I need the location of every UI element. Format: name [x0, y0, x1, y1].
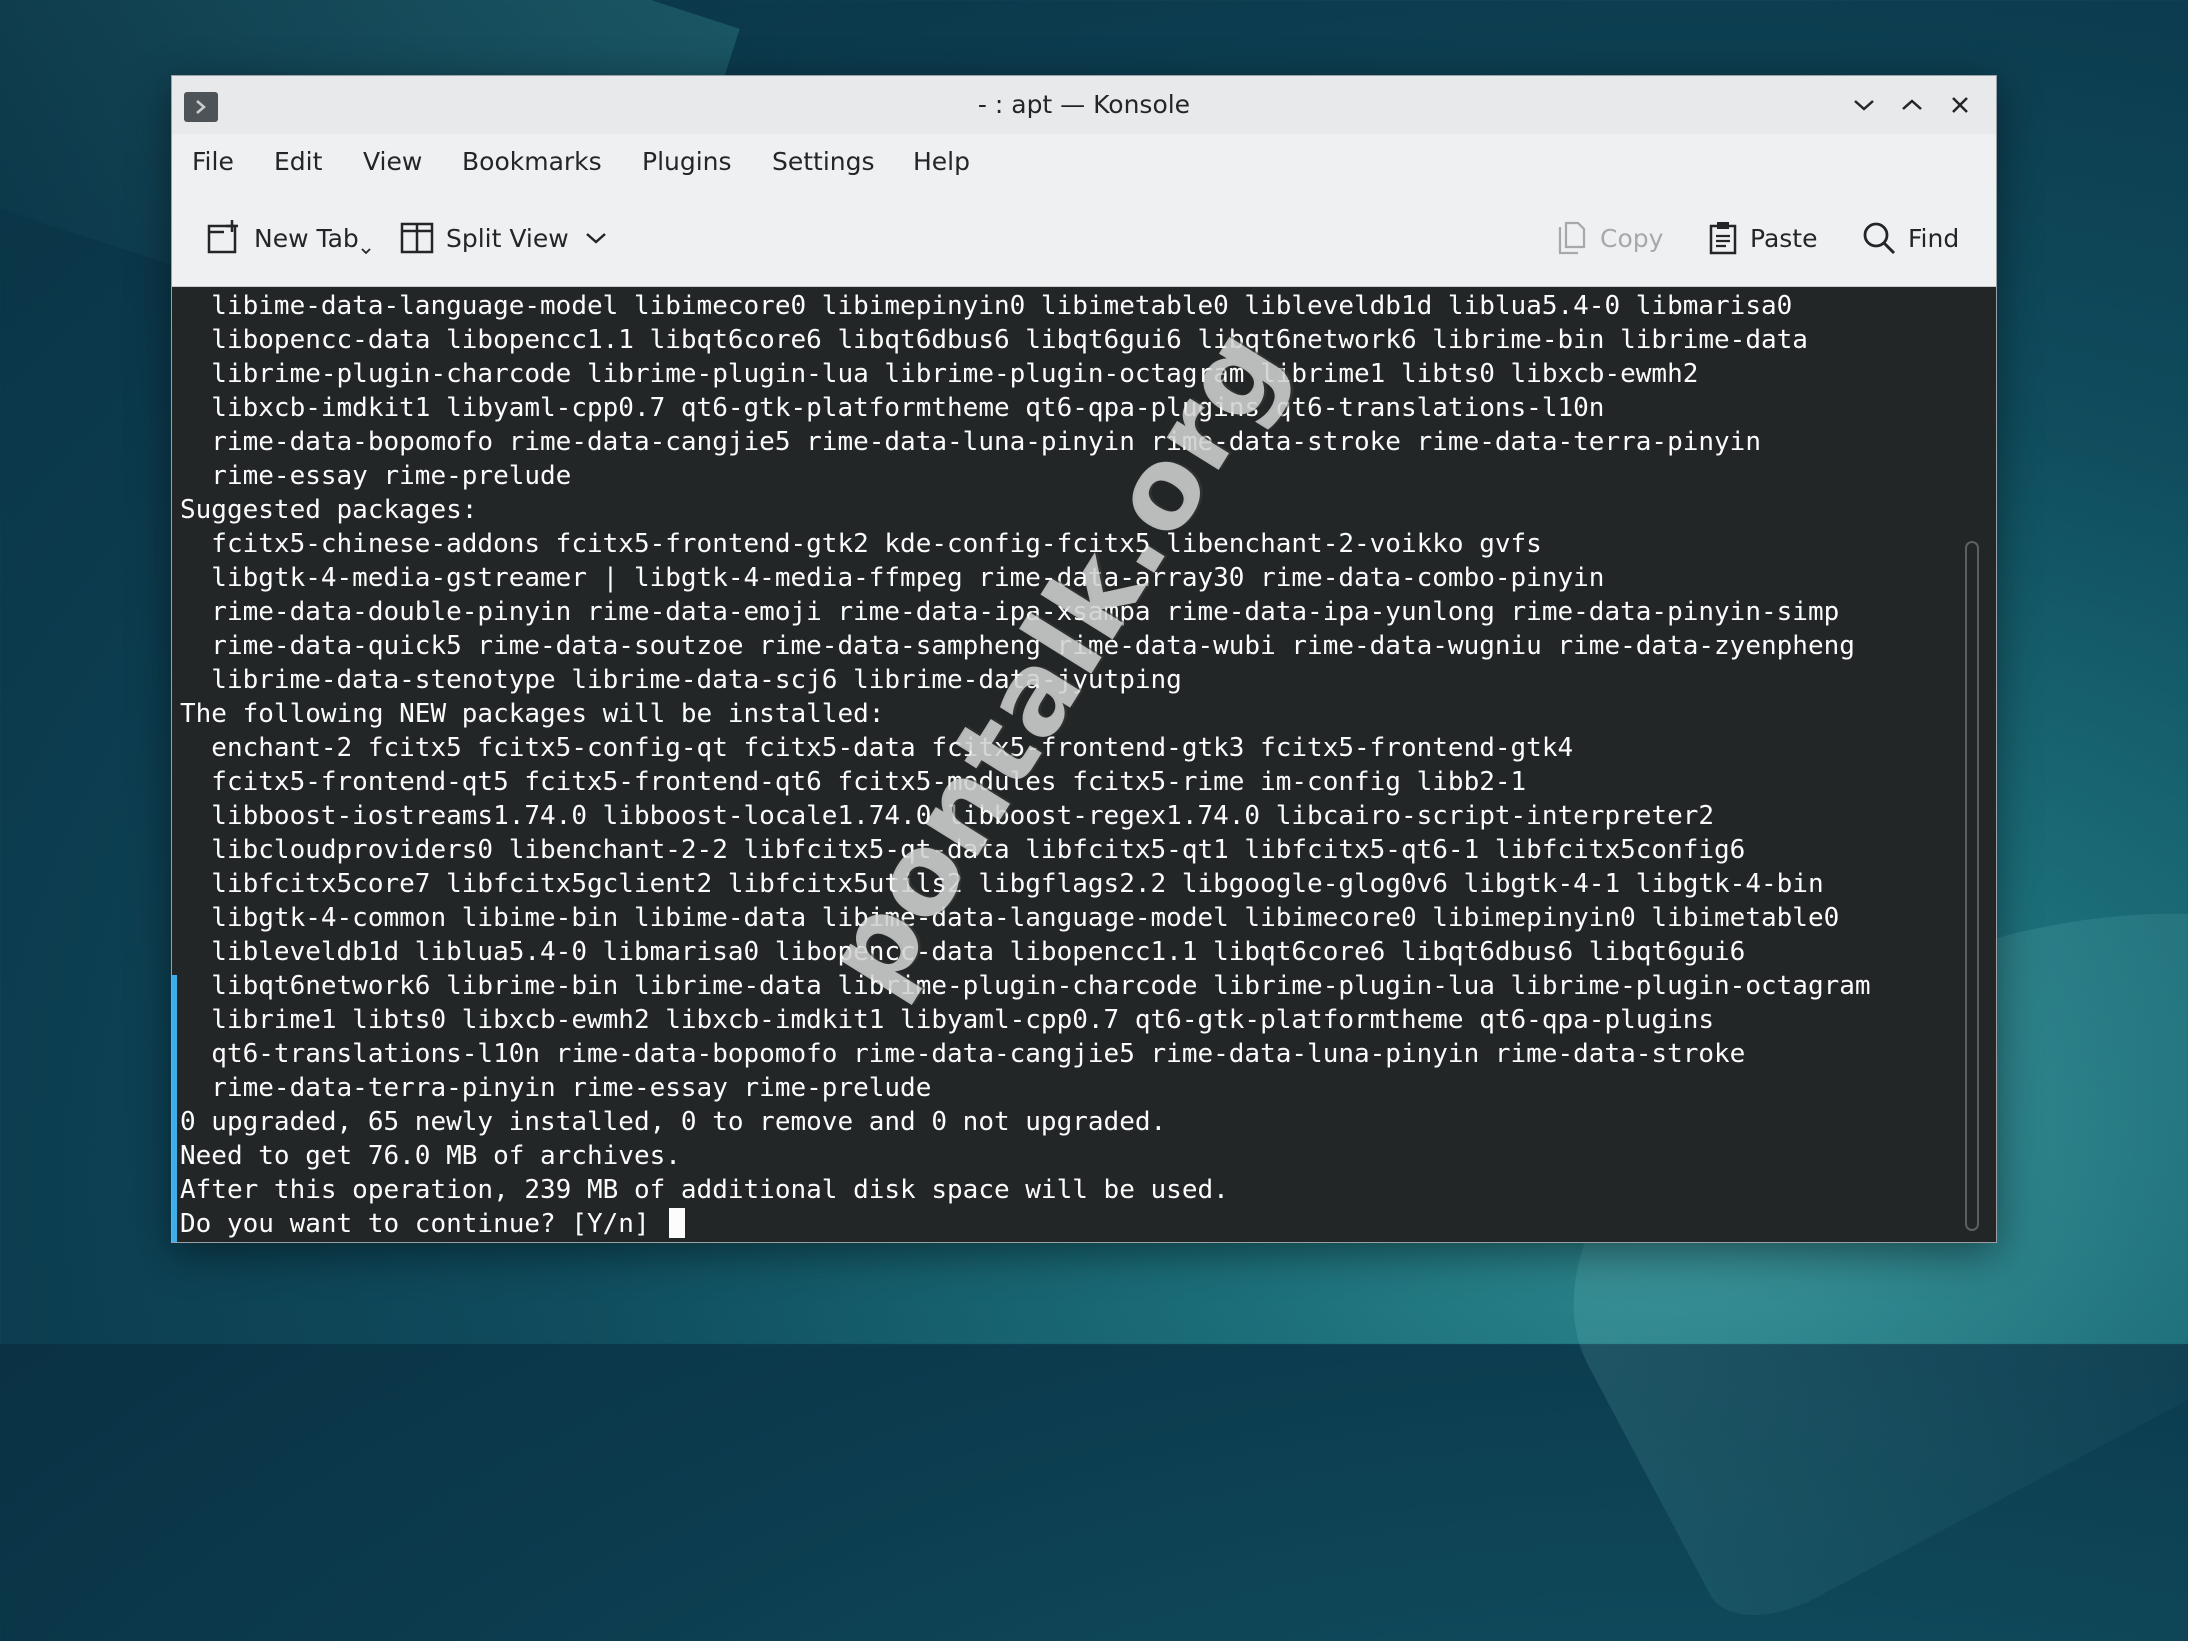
menu-bar: File Edit View Bookmarks Plugins Setting…: [172, 134, 1996, 190]
terminal-line: libqt6network6 librime-bin librime-data …: [180, 971, 1871, 1001]
chevron-up-icon: [1902, 99, 1922, 110]
chevron-down-icon: [1854, 100, 1874, 111]
new-tab-label: New Tab: [254, 223, 359, 253]
terminal-line: librime1 libts0 libxcb-ewmh2 libxcb-imdk…: [180, 1005, 1715, 1035]
terminal-line: fcitx5-frontend-qt5 fcitx5-frontend-qt6 …: [180, 767, 1527, 797]
close-button[interactable]: [1942, 88, 1978, 122]
terminal-line: libopencc-data libopencc1.1 libqt6core6 …: [180, 325, 1808, 355]
terminal-line: After this operation, 239 MB of addition…: [180, 1175, 1229, 1205]
terminal-line: libxcb-imdkit1 libyaml-cpp0.7 qt6-gtk-pl…: [180, 393, 1605, 423]
terminal-line: Suggested packages:: [180, 495, 478, 525]
copy-label: Copy: [1600, 223, 1664, 253]
split-view-menu-button[interactable]: [584, 212, 608, 264]
maximize-button[interactable]: [1894, 88, 1930, 122]
split-view-icon: [400, 222, 434, 254]
terminal-line: libime-data-language-model libimecore0 l…: [180, 291, 1793, 321]
toolbar: New Tab Split View Copy Paste Find: [172, 190, 1996, 287]
minimize-button[interactable]: [1846, 88, 1882, 122]
terminal-line: Need to get 76.0 MB of archives.: [180, 1141, 681, 1171]
terminal-line: libcloudproviders0 libenchant-2-2 libfci…: [180, 835, 1746, 865]
menu-file[interactable]: File: [192, 134, 234, 190]
text-cursor: [669, 1208, 686, 1238]
menu-view[interactable]: View: [363, 134, 422, 190]
split-view-label: Split View: [446, 223, 569, 253]
selection-marker: [172, 975, 177, 1242]
terminal-line: The following NEW packages will be insta…: [180, 699, 885, 729]
paste-label: Paste: [1750, 223, 1818, 253]
terminal-line: rime-data-quick5 rime-data-soutzoe rime-…: [180, 631, 1855, 661]
copy-button[interactable]: Copy: [1556, 212, 1663, 264]
find-label: Find: [1908, 223, 1960, 253]
find-button[interactable]: Find: [1862, 212, 1959, 264]
terminal-line: enchant-2 fcitx5 fcitx5-config-qt fcitx5…: [180, 733, 1574, 763]
menu-settings[interactable]: Settings: [772, 134, 875, 190]
paste-button[interactable]: Paste: [1708, 212, 1817, 264]
terminal-line: rime-data-double-pinyin rime-data-emoji …: [180, 597, 1840, 627]
copy-icon: [1558, 221, 1586, 255]
terminal-line: libgtk-4-media-gstreamer | libgtk-4-medi…: [180, 563, 1605, 593]
new-tab-icon: [207, 220, 238, 254]
terminal-line: libleveldb1d liblua5.4-0 libmarisa0 libo…: [180, 937, 1746, 967]
dropdown-indicator-icon: [361, 248, 371, 255]
terminal-line: rime-essay rime-prelude: [180, 461, 572, 491]
menu-plugins[interactable]: Plugins: [642, 134, 732, 190]
window-title: - : apt — Konsole: [977, 90, 1191, 119]
vertical-scrollbar[interactable]: [1965, 541, 1979, 1231]
terminal-line: rime-data-terra-pinyin rime-essay rime-p…: [180, 1073, 932, 1103]
terminal-line: qt6-translations-l10n rime-data-bopomofo…: [180, 1039, 1746, 1069]
terminal-line: rime-data-bopomofo rime-data-cangjie5 ri…: [180, 427, 1761, 457]
terminal-line: librime-data-stenotype librime-data-scj6…: [180, 665, 1182, 695]
terminal-line: 0 upgraded, 65 newly installed, 0 to rem…: [180, 1107, 1167, 1137]
terminal-line: libfcitx5core7 libfcitx5gclient2 libfcit…: [180, 869, 1824, 899]
menu-help[interactable]: Help: [913, 134, 970, 190]
terminal-line: librime-plugin-charcode librime-plugin-l…: [180, 359, 1699, 389]
split-view-button[interactable]: Split View: [400, 212, 569, 264]
paste-icon: [1709, 222, 1737, 255]
terminal-line: fcitx5-chinese-addons fcitx5-frontend-gt…: [180, 529, 1542, 559]
konsole-window: - : apt — Konsole File Edit View Bookmar…: [171, 75, 1997, 1243]
terminal-prompt: Do you want to continue? [Y/n]: [180, 1209, 666, 1239]
menu-bookmarks[interactable]: Bookmarks: [462, 134, 602, 190]
title-bar[interactable]: - : apt — Konsole: [172, 76, 1996, 134]
terminal-prompt-line[interactable]: Do you want to continue? [Y/n]: [180, 1207, 1871, 1241]
new-tab-button[interactable]: New Tab: [206, 212, 371, 264]
menu-edit[interactable]: Edit: [274, 134, 322, 190]
search-icon: [1863, 222, 1896, 255]
chevron-down-icon: [586, 233, 606, 244]
terminal-output: libime-data-language-model libimecore0 l…: [180, 289, 1871, 1241]
terminal-view[interactable]: libime-data-language-model libimecore0 l…: [172, 287, 1996, 1242]
terminal-line: libgtk-4-common libime-bin libime-data l…: [180, 903, 1840, 933]
close-icon: [1952, 97, 1968, 113]
terminal-line: libboost-iostreams1.74.0 libboost-locale…: [180, 801, 1715, 831]
